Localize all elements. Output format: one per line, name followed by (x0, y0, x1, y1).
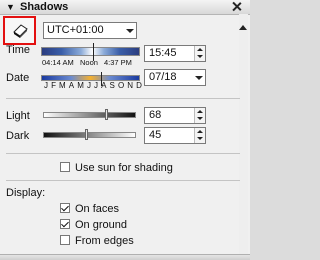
use-sun-checkbox[interactable]: Use sun for shading (60, 162, 173, 174)
dark-spinner[interactable] (194, 128, 205, 143)
light-slider-thumb[interactable] (105, 109, 108, 120)
on-faces-checkbox[interactable]: On faces (60, 203, 119, 215)
dark-value: 45 (149, 129, 162, 141)
on-faces-label: On faces (75, 203, 120, 215)
time-tick-noon: Noon (80, 58, 98, 67)
month-tick: J (44, 81, 48, 90)
light-value: 68 (149, 109, 162, 121)
month-tick: S (109, 81, 115, 90)
on-faces-check[interactable] (60, 203, 70, 213)
month-tick: D (136, 81, 142, 90)
from-edges-checkbox[interactable]: From edges (60, 235, 134, 247)
time-tick-sunset: 4:37 PM (104, 58, 132, 67)
month-tick: F (51, 81, 56, 90)
on-ground-label: On ground (75, 219, 127, 231)
light-slider[interactable] (43, 112, 136, 118)
month-tick: M (77, 81, 84, 90)
use-sun-label: Use sun for shading (75, 162, 173, 174)
date-select[interactable]: 07/18 (144, 69, 206, 86)
month-ticks: J F M A M J J A S O N D (44, 81, 142, 90)
divider (6, 180, 240, 181)
dark-label: Dark (6, 130, 30, 142)
light-label: Light (6, 110, 30, 122)
month-tick: A (68, 81, 75, 90)
divider (6, 153, 240, 154)
dark-slider[interactable] (43, 132, 136, 138)
month-tick: J (86, 81, 91, 90)
show-shadows-button[interactable] (3, 16, 36, 45)
triangle-down-icon[interactable]: ▼ (6, 2, 15, 12)
light-spinner[interactable] (194, 108, 205, 123)
date-label: Date (6, 72, 30, 84)
month-tick: M (59, 81, 66, 90)
timezone-select[interactable]: UTC+01:00 (43, 22, 137, 39)
use-sun-check[interactable] (60, 162, 70, 172)
shadow-box-icon (13, 24, 28, 38)
chevron-down-icon[interactable] (123, 23, 136, 38)
time-slider[interactable] (41, 47, 140, 56)
time-label: Time (6, 44, 31, 56)
shadows-panel: ▼ Shadows UTC+01:00 Time 04:14 AM Noon 4… (0, 0, 250, 260)
divider (6, 98, 240, 99)
month-tick: J (94, 81, 99, 90)
next-panel-titlebar[interactable] (0, 254, 250, 260)
month-tick: A (101, 81, 107, 90)
date-value: 07/18 (149, 71, 177, 83)
panel-titlebar[interactable]: ▼ Shadows (0, 0, 250, 15)
month-tick: N (127, 81, 134, 90)
chevron-down-icon[interactable] (192, 70, 205, 85)
time-value: 15:45 (149, 47, 177, 59)
light-input[interactable]: 68 (144, 107, 206, 124)
month-tick: O (117, 81, 125, 90)
from-edges-check[interactable] (60, 235, 70, 245)
timezone-value: UTC+01:00 (47, 24, 104, 36)
scroll-up-icon[interactable] (239, 25, 247, 30)
on-ground-checkbox[interactable]: On ground (60, 219, 127, 231)
time-tick-sunrise: 04:14 AM (42, 58, 74, 67)
on-ground-check[interactable] (60, 219, 70, 229)
dark-input[interactable]: 45 (144, 127, 206, 144)
time-spinner[interactable] (194, 46, 205, 61)
dark-slider-thumb[interactable] (85, 129, 88, 140)
display-heading: Display: (6, 187, 46, 199)
close-icon[interactable] (231, 1, 242, 12)
time-input[interactable]: 15:45 (144, 45, 206, 62)
panel-title: Shadows (20, 1, 69, 13)
panel-scrollbar[interactable] (239, 14, 248, 259)
from-edges-label: From edges (75, 235, 134, 247)
